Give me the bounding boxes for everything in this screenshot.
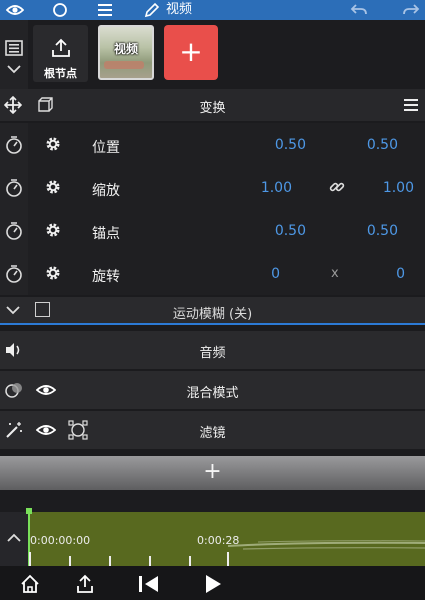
property-value-x[interactable]: 0.50 (236, 137, 306, 153)
row-left-column (0, 209, 28, 252)
stopwatch-icon[interactable] (5, 178, 23, 198)
share-icon[interactable] (75, 574, 95, 594)
audio-section[interactable]: 音频 (0, 331, 425, 369)
gear-icon[interactable] (44, 135, 62, 153)
layer-strip-side (0, 20, 28, 89)
parent-node-label: 根节点 (44, 67, 77, 80)
add-effect-button[interactable]: + (0, 456, 425, 490)
upload-icon (50, 37, 72, 59)
property-name: 位置 (92, 140, 120, 156)
motion-blur-row[interactable]: 运动模糊 (关) (0, 297, 425, 325)
playhead-handle[interactable] (26, 508, 32, 514)
timeline-left-column (0, 512, 28, 566)
chevron-down-icon[interactable] (6, 63, 22, 75)
timeline-start-time: 0:00:00:00 (30, 534, 91, 547)
blend-mode-title: 混合模式 (186, 386, 239, 401)
property-value-y[interactable]: 1.00 (344, 180, 414, 196)
play-icon[interactable] (203, 574, 223, 594)
property-value-x[interactable]: 1.00 (222, 180, 292, 196)
menu-icon[interactable] (403, 97, 419, 113)
property-value-y[interactable]: 0.50 (328, 223, 398, 239)
menu-icon[interactable] (96, 1, 114, 19)
clip-title[interactable]: 视频 (166, 1, 192, 19)
pencil-icon[interactable] (143, 1, 161, 19)
property-row-anchor[interactable]: 锚点 0.50 0.50 (0, 209, 425, 252)
bottom-toolbar (0, 566, 425, 600)
home-icon[interactable] (20, 574, 40, 594)
stopwatch-icon[interactable] (5, 264, 23, 284)
property-value-y[interactable]: 0 (335, 266, 405, 282)
chevron-up-icon[interactable] (6, 532, 22, 544)
video-layer-thumbnail[interactable]: 视频 (98, 25, 154, 80)
row-left-column (0, 166, 28, 209)
property-name: 旋转 (92, 269, 120, 285)
gear-icon[interactable] (44, 264, 62, 282)
add-layer-button[interactable]: + (164, 25, 218, 80)
top-toolbar: 视频 (0, 0, 425, 20)
property-value-x[interactable]: 0.50 (236, 223, 306, 239)
transform-header[interactable]: 变换 (0, 89, 425, 121)
gear-icon[interactable] (44, 178, 62, 196)
timeline-ruler (29, 552, 229, 566)
parent-node-button[interactable]: 根节点 (33, 25, 88, 82)
row-left-column (0, 252, 28, 295)
timeline[interactable]: 0:00:00:00 0:00:28 (0, 490, 425, 566)
thumbnail-image-detail (104, 61, 144, 69)
step-back-icon[interactable] (138, 574, 160, 594)
add-effect-label: + (203, 459, 222, 484)
add-layer-label: + (179, 35, 203, 68)
property-value-y[interactable]: 0.50 (328, 137, 398, 153)
undo-icon[interactable] (350, 1, 368, 19)
property-name: 缩放 (92, 183, 120, 199)
layer-strip: 根节点 视频 + (0, 20, 425, 89)
redo-icon[interactable] (402, 1, 420, 19)
filter-section[interactable]: 滤镜 (0, 411, 425, 449)
video-layer-label: 视频 (113, 42, 138, 56)
property-row-position[interactable]: 位置 0.50 0.50 (0, 123, 425, 166)
motion-blur-title: 运动模糊 (关) (172, 307, 253, 322)
timeline-mark-time: 0:00:28 (197, 534, 240, 547)
property-value-x[interactable]: 0 (210, 266, 280, 282)
stopwatch-icon[interactable] (5, 135, 23, 155)
eye-icon[interactable] (6, 1, 24, 19)
layers-list-icon[interactable] (5, 40, 23, 56)
property-row-scale[interactable]: 缩放 1.00 1.00 (0, 166, 425, 209)
property-name: 锚点 (92, 226, 120, 242)
circle-icon[interactable] (51, 1, 69, 19)
transform-title: 变换 (199, 101, 226, 116)
gear-icon[interactable] (44, 221, 62, 239)
blend-mode-section[interactable]: 混合模式 (0, 371, 425, 409)
property-row-rotation[interactable]: 旋转 0 x 0 (0, 252, 425, 295)
row-left-column (0, 123, 28, 166)
filter-title: 滤镜 (199, 426, 226, 441)
audio-title: 音频 (199, 346, 226, 361)
stopwatch-icon[interactable] (5, 221, 23, 241)
